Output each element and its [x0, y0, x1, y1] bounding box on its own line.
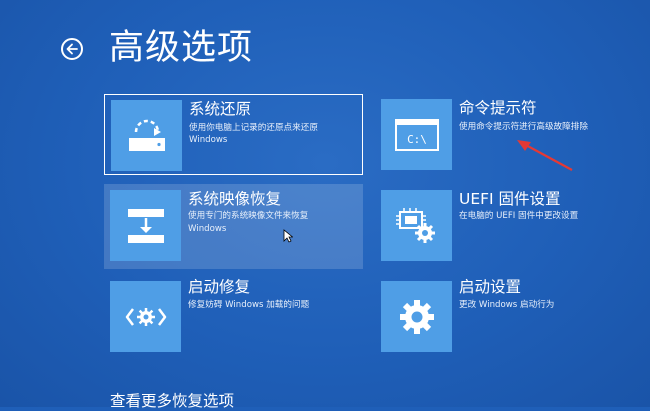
tile-description: 更改 Windows 启动行为	[459, 300, 555, 310]
tile-description: 使用你电脑上记录的还原点来还原	[189, 123, 318, 133]
tile-title: UEFI 固件设置	[459, 190, 561, 208]
tile-startup-settings[interactable]: 启动设置 更改 Windows 启动行为	[375, 275, 637, 359]
tile-title: 启动设置	[459, 278, 522, 296]
svg-text:C:\: C:\	[407, 133, 427, 146]
tile-title: 系统映像恢复	[188, 190, 282, 208]
tile-description: Windows	[189, 135, 228, 145]
image-recovery-icon	[110, 190, 181, 261]
firmware-gear-icon	[381, 190, 452, 261]
restore-icon	[111, 100, 182, 171]
tile-title: 命令提示符	[459, 99, 537, 117]
back-button[interactable]	[61, 38, 83, 60]
tile-description: Windows	[188, 224, 227, 234]
tile-description: 使用专门的系统映像文件来恢复	[188, 211, 309, 221]
tile-title: 启动修复	[188, 278, 251, 296]
gear-icon	[381, 281, 452, 352]
page-title: 高级选项	[109, 28, 254, 68]
tile-startup-repair[interactable]: 启动修复 修复妨碍 Windows 加载的问题	[104, 275, 363, 359]
back-arrow-icon	[66, 43, 78, 55]
tile-system-restore[interactable]: 系统还原 使用你电脑上记录的还原点来还原 Windows	[104, 94, 363, 175]
tile-command-prompt[interactable]: C:\ 命令提示符 使用命令提示符进行高级故障排除	[375, 94, 637, 175]
tile-uefi-firmware[interactable]: UEFI 固件设置 在电脑的 UEFI 固件中更改设置	[375, 184, 637, 269]
tile-system-image-recovery[interactable]: 系统映像恢复 使用专门的系统映像文件来恢复 Windows	[104, 184, 363, 269]
command-prompt-icon: C:\	[381, 99, 452, 170]
tile-description: 修复妨碍 Windows 加载的问题	[188, 300, 310, 310]
repair-icon	[110, 281, 181, 352]
tile-description: 使用命令提示符进行高级故障排除	[459, 122, 588, 132]
tile-description: 在电脑的 UEFI 固件中更改设置	[459, 211, 579, 221]
more-recovery-options-link[interactable]: 查看更多恢复选项	[110, 391, 234, 411]
tile-title: 系统还原	[189, 100, 252, 118]
